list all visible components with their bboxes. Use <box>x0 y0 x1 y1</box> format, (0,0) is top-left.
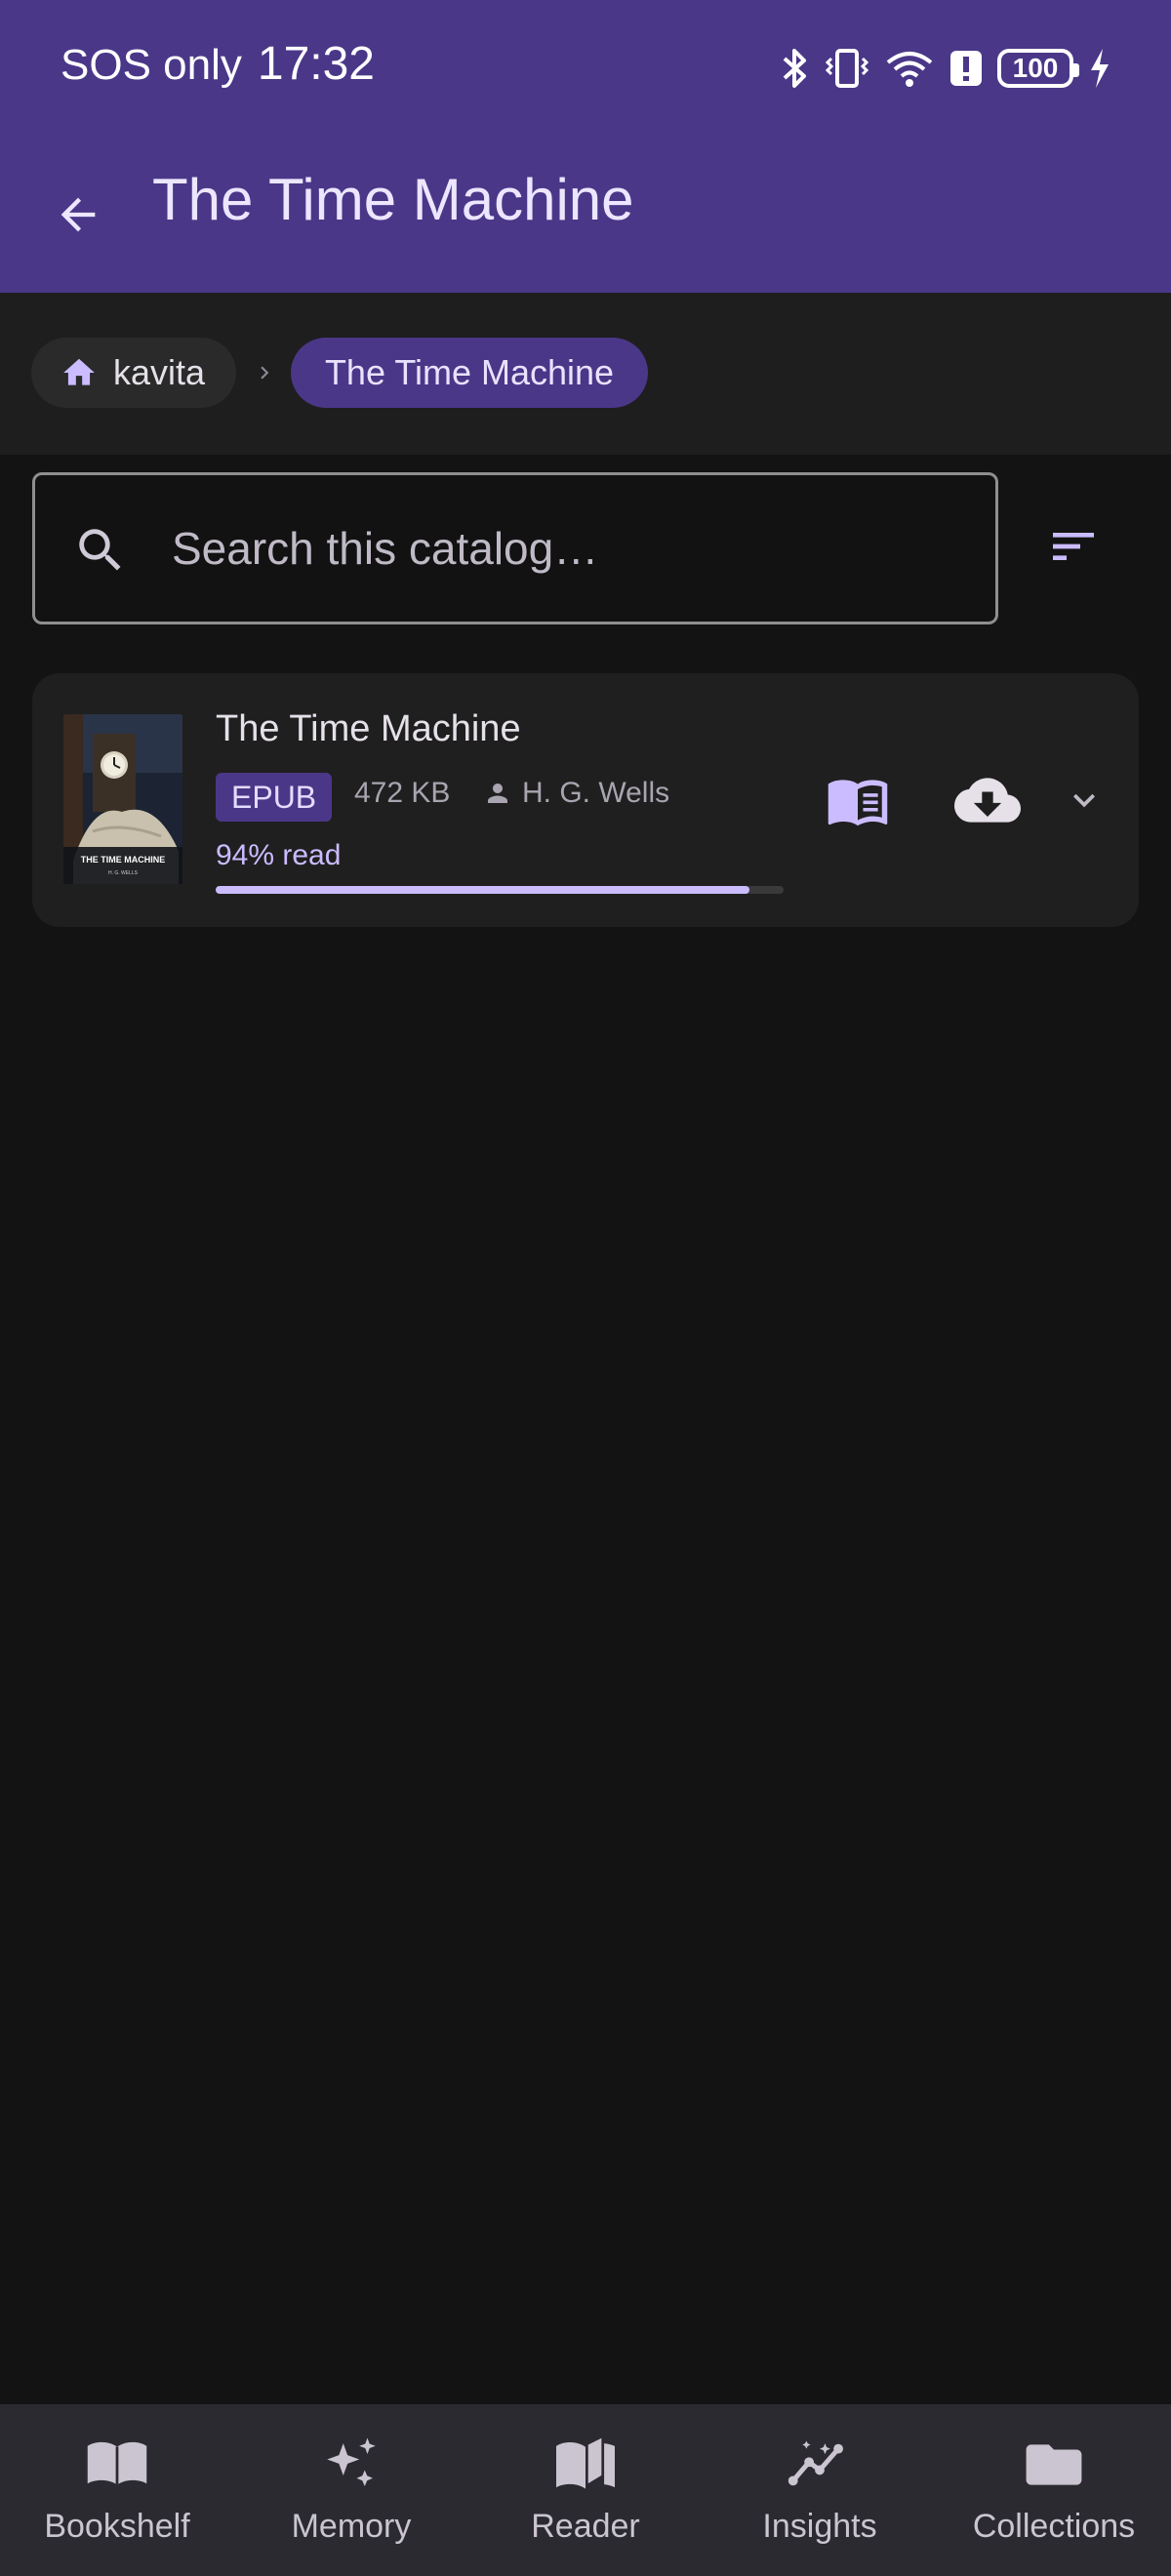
chevron-down-icon <box>1073 793 1095 808</box>
cloud-download-icon <box>954 778 1021 823</box>
menu-book-icon <box>828 780 888 826</box>
app-root: SOS only 17:32 100 The Time Machine kavi… <box>0 0 1171 2576</box>
status-icons: 100 <box>781 47 1112 90</box>
search-box[interactable] <box>32 472 998 624</box>
breadcrumb-home-chip[interactable]: kavita <box>31 338 236 408</box>
page-title: The Time Machine <box>152 167 634 232</box>
top-bar: SOS only 17:32 100 The Time Machine <box>0 0 1171 293</box>
battery-indicator: 100 <box>997 49 1079 88</box>
search-icon <box>72 522 129 584</box>
charging-icon <box>1087 47 1112 90</box>
nav-insights[interactable]: Insights <box>703 2404 937 2576</box>
alert-icon <box>949 49 984 88</box>
nav-label: Reader <box>531 2508 640 2545</box>
reader-book-icon <box>553 2434 618 2496</box>
nav-reader[interactable]: Reader <box>468 2404 703 2576</box>
nav-collections[interactable]: Collections <box>937 2404 1171 2576</box>
insights-icon <box>787 2434 852 2496</box>
format-badge: EPUB <box>216 773 333 822</box>
breadcrumb: kavita The Time Machine <box>0 293 1171 455</box>
cover-author: H. G. WELLS <box>108 870 139 876</box>
cover-title: THE TIME MACHINE <box>81 855 166 865</box>
nav-bookshelf[interactable]: Bookshelf <box>0 2404 234 2576</box>
book-title: The Time Machine <box>216 708 521 749</box>
author: H. G. Wells <box>483 777 669 810</box>
breadcrumb-current-chip[interactable]: The Time Machine <box>291 338 648 408</box>
sparkle-icon <box>319 2434 384 2496</box>
app-bar: The Time Machine <box>0 137 1171 293</box>
clock: 17:32 <box>257 38 375 90</box>
nav-memory[interactable]: Memory <box>234 2404 468 2576</box>
status-left: SOS only 17:32 <box>61 37 375 91</box>
folder-icon <box>1024 2434 1084 2496</box>
chevron-right-icon <box>252 357 277 393</box>
back-button[interactable] <box>43 180 113 250</box>
expand-button[interactable] <box>1057 773 1111 827</box>
sort-button[interactable] <box>1034 507 1112 585</box>
home-icon <box>63 358 95 385</box>
person-icon <box>488 784 507 803</box>
book-card[interactable]: THE TIME MACHINE H. G. WELLS The Time Ma… <box>32 673 1139 927</box>
vibrate-icon <box>824 47 870 90</box>
file-size: 472 KB <box>354 777 451 809</box>
sort-icon <box>1053 533 1094 560</box>
wifi-icon <box>884 47 935 90</box>
nav-label: Insights <box>762 2508 877 2545</box>
open-book-icon <box>85 2434 149 2496</box>
progress-fill <box>216 886 750 894</box>
nav-label: Collections <box>972 2508 1136 2545</box>
search-input[interactable] <box>172 504 972 592</box>
progress-label: 94% read <box>216 839 342 871</box>
download-button[interactable] <box>949 763 1026 837</box>
bottom-navigation: Bookshelf Memory Reader Insights Collect… <box>0 2404 1171 2576</box>
bluetooth-icon <box>781 47 810 90</box>
read-button[interactable] <box>821 763 895 837</box>
breadcrumb-current-label: The Time Machine <box>324 352 615 392</box>
breadcrumb-home-label: kavita <box>113 352 206 392</box>
book-cover: THE TIME MACHINE H. G. WELLS <box>63 714 182 884</box>
nav-label: Memory <box>291 2508 412 2545</box>
status-bar: SOS only 17:32 100 <box>0 0 1171 137</box>
author-name: H. G. Wells <box>522 777 670 809</box>
nav-label: Bookshelf <box>44 2508 190 2545</box>
arrow-back-icon <box>61 197 96 232</box>
carrier-text: SOS only <box>61 41 242 89</box>
progress-bar <box>216 886 784 894</box>
